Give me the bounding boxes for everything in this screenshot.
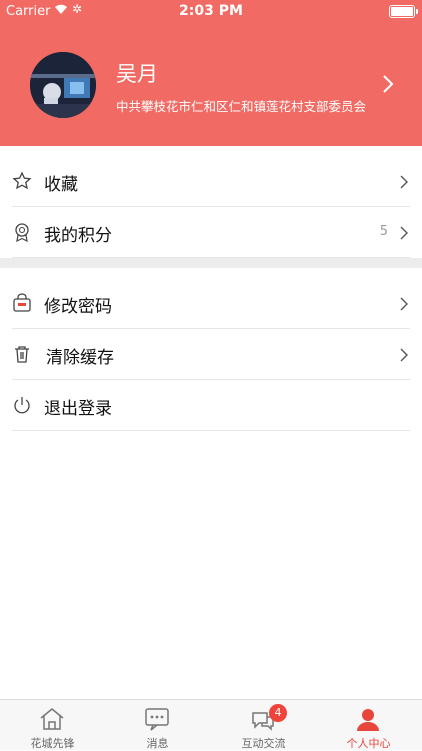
menu-item-change-password[interactable]: 修改密码 [12, 278, 410, 329]
section-divider [0, 258, 422, 268]
chevron-right-icon [400, 225, 408, 244]
chevron-right-icon[interactable] [382, 74, 394, 98]
tab-label: 个人中心 [346, 737, 391, 750]
menu-item-label: 清除缓存 [46, 348, 114, 368]
chevron-right-icon [400, 174, 408, 193]
power-icon [12, 395, 32, 415]
menu-item-points[interactable]: 我的积分 5 [12, 207, 410, 258]
menu-item-clear-cache[interactable]: 清除缓存 [12, 329, 410, 380]
person-icon [354, 706, 382, 732]
menu-item-label: 修改密码 [44, 297, 112, 317]
status-time: 2:03 PM [179, 3, 243, 19]
avatar[interactable] [30, 52, 96, 118]
tab-profile[interactable]: 个人中心 [316, 700, 421, 750]
profile-organization: 中共攀枝花市仁和区仁和镇莲花村支部委员会 [116, 99, 367, 114]
profile-header: Carrier ✲ 2:03 PM 吴月 中共攀枝花市仁和区仁和镇莲花村支部委员… [0, 0, 422, 146]
message-icon [143, 706, 171, 732]
home-icon [38, 706, 66, 732]
settings-menu: 收藏 我的积分 5 修改密码 清除缓存 退出登录 [0, 146, 422, 431]
medal-icon [12, 222, 32, 243]
tab-home[interactable]: 花城先锋 [0, 700, 105, 750]
unread-badge: 4 [269, 704, 287, 722]
tab-label: 互动交流 [241, 737, 286, 750]
chevron-right-icon [400, 347, 408, 366]
menu-item-label: 收藏 [44, 175, 78, 195]
trash-icon [12, 344, 32, 364]
tab-label: 消息 [146, 737, 169, 750]
points-value: 5 [379, 224, 388, 239]
battery-icon [389, 5, 418, 18]
tab-messages[interactable]: 消息 [105, 700, 210, 750]
menu-item-favorites[interactable]: 收藏 [12, 156, 410, 207]
profile-name: 吴月 [116, 62, 158, 86]
menu-item-label: 退出登录 [44, 399, 112, 419]
tab-interaction[interactable]: 4 互动交流 [211, 700, 316, 750]
star-icon [12, 171, 32, 191]
menu-item-logout[interactable]: 退出登录 [12, 380, 410, 431]
tab-bar: 花城先锋 消息 4 互动交流 个人中心 [0, 699, 422, 750]
status-bar: Carrier ✲ 2:03 PM [0, 0, 422, 22]
tab-label: 花城先锋 [30, 737, 75, 750]
chevron-right-icon [400, 296, 408, 315]
menu-item-label: 我的积分 [44, 226, 112, 246]
password-icon [12, 293, 32, 313]
